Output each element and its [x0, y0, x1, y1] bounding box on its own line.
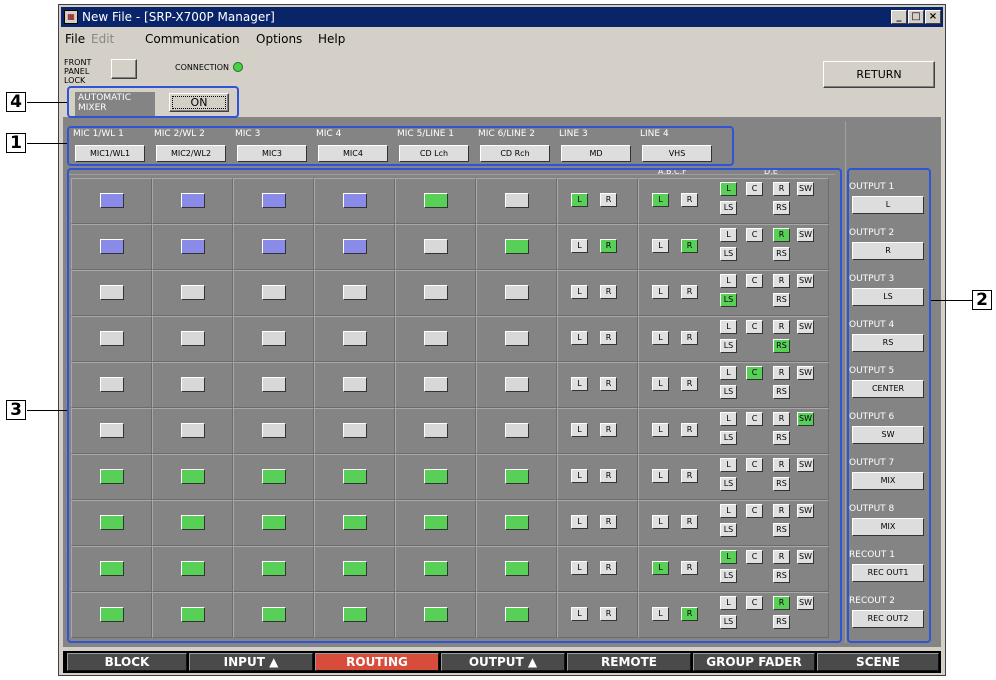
- bottom-tab-bar: BLOCK INPUT ▲ ROUTING OUTPUT ▲ REMOTE GR…: [63, 651, 941, 673]
- connection-label: CONNECTION: [175, 63, 230, 72]
- app-icon: ▦: [64, 10, 78, 24]
- callout-frame-1: [67, 126, 734, 166]
- front-panel-lock-button[interactable]: [111, 59, 137, 79]
- callout-3-line: [27, 410, 67, 411]
- callout-4: 4: [6, 92, 26, 112]
- callout-2-line: [931, 300, 972, 301]
- callout-3: 3: [6, 400, 26, 420]
- tab-routing[interactable]: ROUTING: [315, 653, 439, 671]
- output-column-divider: [845, 121, 846, 643]
- callout-frame-2: [847, 168, 931, 643]
- page: ▦ New File - [SRP-X700P Manager] _ □ × F…: [0, 0, 996, 680]
- callout-1-line: [27, 143, 67, 144]
- connection-led-icon: [233, 62, 243, 72]
- close-button[interactable]: ×: [925, 10, 941, 24]
- menu-file[interactable]: File: [65, 29, 85, 49]
- return-button[interactable]: RETURN: [823, 61, 935, 88]
- callout-2: 2: [972, 290, 992, 310]
- menu-help[interactable]: Help: [318, 29, 345, 49]
- callout-4-line: [27, 102, 67, 103]
- menu-bar: File Edit Communication Options Help: [61, 29, 943, 49]
- tab-block[interactable]: BLOCK: [67, 653, 187, 671]
- menu-communication[interactable]: Communication: [145, 29, 240, 49]
- tab-input[interactable]: INPUT ▲: [189, 653, 313, 671]
- maximize-button[interactable]: □: [908, 10, 924, 24]
- callout-1: 1: [6, 133, 26, 153]
- menu-edit[interactable]: Edit: [91, 29, 114, 49]
- title-bar[interactable]: ▦ New File - [SRP-X700P Manager] _ □ ×: [61, 7, 943, 27]
- front-panel-lock-label: FRONT PANEL LOCK: [64, 58, 92, 85]
- callout-frame-3: [67, 168, 842, 643]
- minimize-button[interactable]: _: [891, 10, 907, 24]
- window-title: New File - [SRP-X700P Manager]: [82, 10, 275, 24]
- tab-group-fader[interactable]: GROUP FADER: [693, 653, 815, 671]
- callout-frame-4: [67, 86, 239, 118]
- tab-scene[interactable]: SCENE: [817, 653, 939, 671]
- menu-options[interactable]: Options: [256, 29, 302, 49]
- tab-remote[interactable]: REMOTE: [567, 653, 691, 671]
- tab-output[interactable]: OUTPUT ▲: [441, 653, 565, 671]
